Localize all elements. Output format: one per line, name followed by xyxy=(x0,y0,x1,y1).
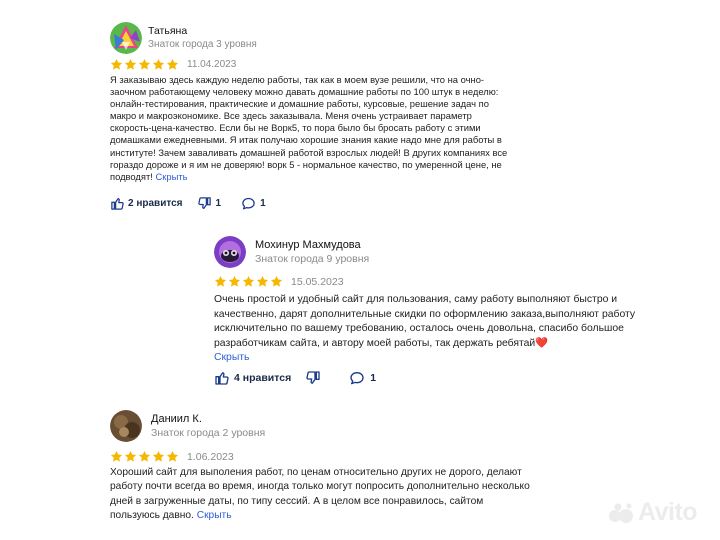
star-icon xyxy=(110,58,123,70)
review-actions: 4 нравится 1 xyxy=(214,370,376,386)
star-icon xyxy=(138,450,151,462)
watermark: Avito xyxy=(608,498,698,527)
review-text-block: Я заказываю здесь каждую неделю работы, … xyxy=(110,74,510,183)
like-button[interactable]: 4 нравится xyxy=(214,370,291,386)
hide-link[interactable]: Скрыть xyxy=(156,171,188,182)
review-card: Даниил К. Знаток города 2 уровня 1.06.20… xyxy=(110,410,530,521)
star-icon xyxy=(228,275,241,287)
author-name[interactable]: Даниил К. xyxy=(151,413,202,425)
star-rating xyxy=(214,275,283,288)
star-icon xyxy=(270,275,283,287)
thumbs-up-icon xyxy=(110,196,125,211)
watermark-text: Avito xyxy=(638,498,698,526)
rating-row: 15.05.2023 xyxy=(214,275,344,288)
review-text-block: Очень простой и удобный сайт для пользов… xyxy=(214,293,638,366)
review-date: 1.06.2023 xyxy=(187,450,234,463)
thumbs-down-icon xyxy=(197,196,212,211)
author-level: Знаток города 3 уровня xyxy=(148,39,257,50)
star-icon xyxy=(152,450,165,462)
dislike-count: 1 xyxy=(215,198,222,209)
comment-button[interactable]: 1 xyxy=(241,196,266,211)
author-level: Знаток города 2 уровня xyxy=(151,427,266,439)
hide-link[interactable]: Скрыть xyxy=(214,352,249,363)
review-date: 15.05.2023 xyxy=(291,275,344,288)
review-card: Мохинур Махмудова Знаток города 9 уровня… xyxy=(214,236,638,385)
author-name[interactable]: Татьяна xyxy=(148,25,187,37)
star-icon xyxy=(152,58,165,70)
review-text: Я заказываю здесь каждую неделю работы, … xyxy=(110,74,508,182)
comment-icon xyxy=(349,370,365,386)
review-card: Татьяна Знаток города 3 уровня 11.04.202… xyxy=(110,22,510,210)
star-icon xyxy=(138,58,151,70)
dislike-button[interactable]: 1 xyxy=(197,196,222,211)
thumbs-down-icon xyxy=(305,370,321,386)
like-count: 4 нравится xyxy=(234,372,292,384)
rating-row: 1.06.2023 xyxy=(110,450,234,463)
hide-link[interactable]: Скрыть xyxy=(197,510,232,521)
rating-row: 11.04.2023 xyxy=(110,58,236,71)
star-icon xyxy=(166,450,179,462)
star-icon xyxy=(166,58,179,70)
comment-button[interactable]: 1 xyxy=(349,370,376,386)
comment-count: 1 xyxy=(260,198,266,209)
like-count: 2 нравится xyxy=(128,198,183,209)
author-level: Знаток города 9 уровня xyxy=(255,253,370,265)
star-icon xyxy=(124,58,137,70)
review-actions: 2 нравится 1 1 xyxy=(110,196,266,211)
review-text-block: Хороший сайт для выполения работ, по цен… xyxy=(110,466,530,524)
star-icon xyxy=(124,450,137,462)
thumbs-up-icon xyxy=(214,370,230,386)
star-icon xyxy=(110,450,123,462)
avatar[interactable] xyxy=(214,236,246,268)
avatar[interactable] xyxy=(110,22,142,54)
avito-logo-icon xyxy=(608,501,636,525)
dislike-button[interactable] xyxy=(305,370,321,386)
star-icon xyxy=(256,275,269,287)
review-date: 11.04.2023 xyxy=(187,59,237,70)
review-text: Очень простой и удобный сайт для пользов… xyxy=(214,294,636,349)
author-name[interactable]: Мохинур Махмудова xyxy=(255,239,361,251)
star-icon xyxy=(214,275,227,287)
comment-count: 1 xyxy=(370,372,377,384)
star-rating xyxy=(110,58,179,71)
avatar[interactable] xyxy=(110,410,142,442)
like-button[interactable]: 2 нравится xyxy=(110,196,183,211)
review-text: Хороший сайт для выполения работ, по цен… xyxy=(110,467,530,522)
comment-icon xyxy=(241,196,256,211)
star-rating xyxy=(110,450,179,463)
star-icon xyxy=(242,275,255,287)
